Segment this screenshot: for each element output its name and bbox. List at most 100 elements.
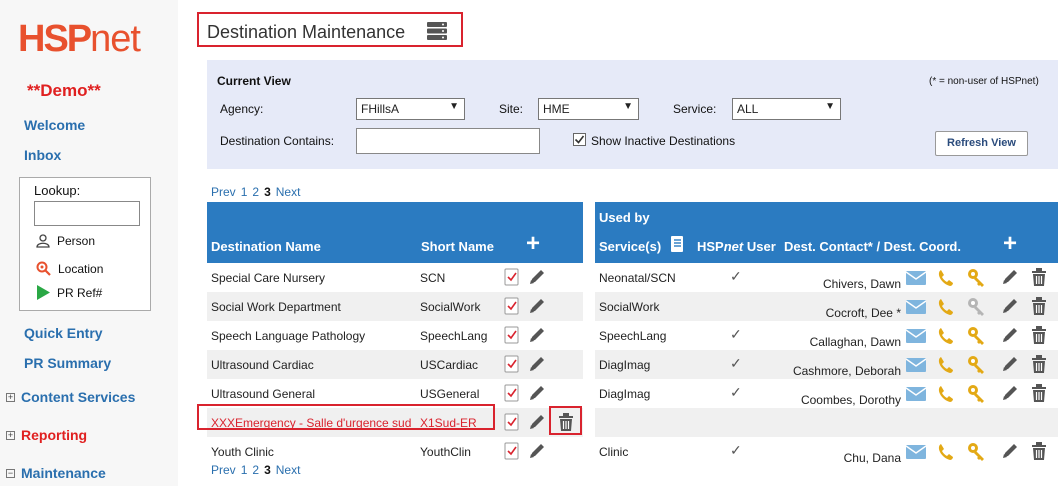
current-view-heading: Current View (217, 74, 291, 88)
phone-icon[interactable] (937, 269, 954, 287)
nav-quick-entry[interactable]: Quick Entry (24, 325, 103, 341)
key-icon[interactable] (967, 384, 986, 404)
key-icon[interactable] (967, 268, 986, 288)
hspnet-user-check-icon: ✓ (730, 384, 742, 400)
email-icon[interactable] (906, 270, 926, 286)
trash-delete-icon[interactable] (1030, 268, 1048, 286)
email-icon[interactable] (906, 444, 926, 460)
key-icon[interactable] (967, 442, 986, 462)
nav-reporting[interactable]: + Reporting (6, 427, 87, 443)
email-icon[interactable] (906, 386, 926, 402)
checklist-icon[interactable] (504, 442, 519, 460)
pencil-edit-icon[interactable] (528, 384, 546, 402)
checklist-icon[interactable] (504, 268, 519, 286)
pager-page-1[interactable]: 1 (241, 185, 248, 199)
pencil-edit-icon[interactable] (1001, 355, 1019, 373)
trash-delete-icon[interactable] (1030, 297, 1048, 315)
destination-name: Ultrasound Cardiac (211, 358, 314, 372)
pencil-edit-icon[interactable] (528, 326, 546, 344)
checklist-icon[interactable] (504, 355, 519, 373)
destination-contains-input[interactable] (356, 128, 540, 154)
dest-contact-name: Cashmore, Deborah (792, 364, 901, 378)
page-title-box: Destination Maintenance (197, 12, 463, 47)
pencil-edit-icon[interactable] (1001, 384, 1019, 402)
service-name: SocialWork (599, 300, 660, 314)
nav-inbox[interactable]: Inbox (24, 147, 61, 163)
trash-delete-icon[interactable] (1030, 326, 1048, 344)
col-destination-name[interactable]: Destination Name (211, 239, 321, 254)
dest-contact-name: Cocroft, Dee * (825, 306, 901, 320)
col-services[interactable]: Service(s) (599, 239, 661, 254)
trash-delete-icon[interactable] (1030, 355, 1048, 373)
col-dest-contact: Dest. Contact* / Dest. Coord. (784, 239, 961, 254)
pencil-edit-icon[interactable] (1001, 326, 1019, 344)
pencil-edit-icon[interactable] (1001, 297, 1019, 315)
add-destination-icon[interactable]: + (526, 230, 540, 258)
phone-icon[interactable] (937, 327, 954, 345)
service-name: Neonatal/SCN (599, 271, 676, 285)
nav-pr-summary[interactable]: PR Summary (24, 355, 111, 371)
destination-name: Youth Clinic (211, 445, 274, 459)
person-label: Person (57, 234, 96, 248)
show-inactive-checkbox[interactable] (573, 133, 586, 146)
lookup-panel: Lookup: Person Location PR Ref# (19, 177, 151, 311)
dropdown-arrow-icon: ▼ (449, 101, 459, 112)
reporting-label: Reporting (21, 427, 88, 443)
sidebar: HSPnet **Demo** Welcome Inbox Lookup: Pe… (0, 0, 178, 486)
short-name: SCN (420, 271, 446, 285)
pager-next[interactable]: Next (276, 185, 301, 199)
pencil-edit-icon[interactable] (1001, 442, 1019, 460)
hspnet-logo[interactable]: HSPnet (18, 18, 141, 61)
pager-prev[interactable]: Prev (211, 185, 236, 199)
pager-page-2[interactable]: 2 (252, 185, 259, 199)
phone-icon[interactable] (937, 298, 954, 316)
used-by-row: Neonatal/SCN ✓ Chivers, Dawn (595, 263, 1058, 292)
key-icon[interactable] (967, 297, 986, 317)
key-icon[interactable] (967, 355, 986, 375)
col-short-name[interactable]: Short Name (421, 239, 494, 254)
email-icon[interactable] (906, 299, 926, 315)
destination-row: Youth Clinic YouthClin (207, 437, 583, 466)
phone-icon[interactable] (937, 356, 954, 374)
nav-maintenance[interactable]: − Maintenance (6, 465, 106, 481)
book-icon[interactable] (670, 236, 684, 252)
phone-icon[interactable] (937, 443, 954, 461)
pencil-edit-icon[interactable] (528, 268, 546, 286)
service-name: SpeechLang (599, 329, 667, 343)
pencil-edit-icon[interactable] (528, 297, 546, 315)
key-icon[interactable] (967, 326, 986, 346)
nav-welcome[interactable]: Welcome (24, 117, 85, 133)
col-used-by: Used by (599, 210, 650, 225)
pencil-edit-icon[interactable] (528, 413, 546, 431)
checklist-icon[interactable] (504, 326, 519, 344)
lookup-location[interactable]: Location (36, 261, 103, 276)
lookup-pr-ref[interactable]: PR Ref# (36, 285, 102, 300)
trash-delete-icon[interactable] (1030, 384, 1048, 402)
email-icon[interactable] (906, 328, 926, 344)
dropdown-arrow-icon: ▼ (825, 101, 835, 112)
pager-page-current: 3 (264, 185, 271, 199)
checklist-icon[interactable] (504, 384, 519, 402)
agency-select[interactable]: FHillsA ▼ (356, 98, 465, 120)
destination-name: Special Care Nursery (211, 271, 326, 285)
phone-icon[interactable] (937, 385, 954, 403)
destination-name: Ultrasound General (211, 387, 316, 401)
lookup-input[interactable] (34, 201, 140, 226)
service-select[interactable]: ALL ▼ (732, 98, 841, 120)
dest-contact-name: Chu, Dana (843, 451, 901, 465)
pencil-edit-icon[interactable] (528, 442, 546, 460)
checklist-icon[interactable] (504, 413, 519, 431)
lookup-person[interactable]: Person (36, 234, 95, 248)
nav-content-services[interactable]: + Content Services (6, 389, 135, 405)
short-name: USCardiac (420, 358, 479, 372)
site-select[interactable]: HME ▼ (538, 98, 639, 120)
dropdown-arrow-icon: ▼ (623, 101, 633, 112)
checklist-icon[interactable] (504, 297, 519, 315)
pr-ref-label: PR Ref# (57, 285, 103, 300)
pencil-edit-icon[interactable] (528, 355, 546, 373)
email-icon[interactable] (906, 357, 926, 373)
trash-delete-icon[interactable] (1030, 442, 1048, 460)
add-contact-icon[interactable]: + (1003, 230, 1017, 258)
refresh-view-button[interactable]: Refresh View (935, 131, 1028, 156)
pencil-edit-icon[interactable] (1001, 268, 1019, 286)
